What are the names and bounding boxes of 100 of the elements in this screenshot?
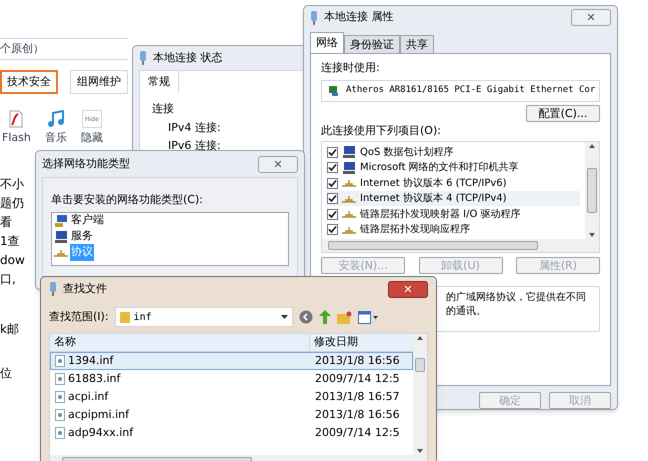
- network-adapter-icon: [49, 282, 57, 296]
- article-text: 位: [0, 364, 12, 382]
- network-protocol-icon: [342, 224, 356, 235]
- article-text: 不小: [0, 176, 24, 192]
- file-date: 2013/1/8 16:56: [314, 406, 401, 423]
- list-item[interactable]: Internet 协议版本 6 (TCP/IPv6): [327, 175, 580, 191]
- checkbox[interactable]: [327, 162, 338, 174]
- category-tab[interactable]: 技术安全: [0, 70, 58, 94]
- view-menu-icon[interactable]: [358, 310, 378, 324]
- dialog-tab[interactable]: 身份验证: [344, 35, 400, 54]
- file-date: 2009/7/14 12:5: [314, 424, 401, 441]
- section-heading: 连接: [152, 101, 175, 117]
- field-label: 此连接使用下列项目(O):: [321, 122, 442, 139]
- list-item[interactable]: Microsoft 网络的文件和打印机共享: [327, 160, 580, 176]
- scroll-down-arrow-icon[interactable]: [417, 449, 423, 453]
- file-name: 61883.inf: [68, 370, 120, 387]
- scroll-up-arrow-icon[interactable]: [589, 144, 595, 148]
- scrollbar-thumb[interactable]: [415, 358, 425, 372]
- status-label: IPv4 连接:: [167, 120, 222, 136]
- checkbox[interactable]: [327, 146, 338, 158]
- title-field: 个原创）: [0, 38, 128, 60]
- description-text: 的广域网络协议，它提供在不同: [446, 291, 587, 306]
- settings-file-icon: [55, 427, 65, 439]
- description-text: 的通讯。: [446, 305, 487, 320]
- toolbar-tool[interactable]: 音乐: [44, 110, 67, 146]
- folder-icon: [120, 311, 130, 323]
- folder-name: inf: [134, 310, 153, 324]
- checkbox[interactable]: [327, 193, 338, 204]
- network-adapter-icon: [328, 84, 340, 97]
- column-header[interactable]: 名称: [50, 334, 310, 351]
- settings-file-icon: [55, 355, 65, 367]
- list-item[interactable]: 客户端: [70, 212, 105, 229]
- window-title: 本地连接 状态: [153, 50, 222, 66]
- file-row[interactable]: 61883.inf 2009/7/14 12:5: [50, 370, 413, 388]
- close-button[interactable]: ✕: [258, 156, 298, 172]
- scrollbar-thumb[interactable]: [587, 168, 597, 214]
- list-item[interactable]: 服务: [70, 228, 94, 245]
- file-row[interactable]: 1394.inf 2013/1/8 16:56: [50, 352, 413, 370]
- checkbox[interactable]: [327, 178, 338, 189]
- file-row[interactable]: acpipmi.inf 2013/1/8 16:56: [50, 406, 413, 424]
- file-row[interactable]: acpi.inf 2013/1/8 16:57: [50, 388, 413, 406]
- file-date: 2009/7/14 12:5: [314, 370, 401, 387]
- column-header[interactable]: 修改日期: [310, 334, 413, 351]
- dialog-tab[interactable]: 共享: [400, 35, 434, 54]
- file-name: adp94xx.inf: [68, 424, 134, 441]
- scroll-up-arrow-icon[interactable]: [417, 336, 423, 340]
- field-label: 查找范围(I):: [49, 308, 109, 325]
- article-text: 看: [0, 214, 12, 230]
- checkbox[interactable]: [327, 224, 338, 236]
- flash-file-icon: [9, 110, 24, 128]
- list-item[interactable]: 链路层拓扑发现响应程序: [327, 222, 580, 238]
- toolbar-tool[interactable]: Flash: [2, 110, 31, 146]
- file-row[interactable]: adp94xx.inf 2009/7/14 12:5: [50, 424, 413, 442]
- network-protocol-icon: [342, 194, 356, 204]
- field-label: 连接时使用:: [321, 60, 381, 76]
- list-item[interactable]: Internet 协议版本 4 (TCP/IPv4): [327, 190, 580, 206]
- settings-file-icon: [55, 409, 65, 421]
- list-item[interactable]: 链路层拓扑发现映射器 I/O 驱动程序: [327, 206, 580, 222]
- network-protocol-icon: [342, 209, 356, 220]
- article-text: 口,: [0, 270, 16, 288]
- adapter-name: Atheros AR8161/8165 PCI-E Gigabit Ethernet Cor: [346, 84, 596, 98]
- settings-file-icon: [55, 373, 65, 385]
- file-name: 1394.inf: [68, 352, 114, 369]
- field-label: 单击要安装的网络功能类型(C):: [51, 192, 204, 208]
- protocol-icon: [54, 248, 68, 258]
- category-tab[interactable]: 组网维护: [70, 70, 128, 94]
- checkbox[interactable]: [327, 208, 338, 220]
- article-text: dow: [0, 252, 25, 268]
- file-name: acpipmi.inf: [68, 406, 129, 423]
- file-name: acpi.inf: [68, 388, 108, 405]
- file-date: 2013/1/8 16:57: [314, 388, 401, 405]
- folder-dropdown[interactable]: inf: [114, 307, 293, 327]
- settings-file-icon: [55, 391, 65, 403]
- vertical-scrollbar[interactable]: [413, 334, 427, 455]
- vertical-scrollbar[interactable]: [585, 142, 599, 240]
- close-button[interactable]: ✕: [388, 280, 428, 298]
- article-text: 题仍: [0, 194, 24, 212]
- window-title: 本地连接 属性: [324, 9, 394, 26]
- article-text: 1查: [0, 232, 20, 250]
- dialog-button[interactable]: 配置(C)...: [526, 104, 600, 122]
- service-computer-icon: [342, 145, 356, 160]
- dropdown-caret-icon: [280, 315, 288, 319]
- file-date: 2013/1/8 16:56: [314, 352, 401, 369]
- window-title: 选择网络功能类型: [42, 156, 131, 172]
- window-title: 查找文件: [63, 280, 108, 297]
- list-item[interactable]: QoS 数据包计划程序: [327, 144, 580, 160]
- dialog-tab[interactable]: 网络: [310, 32, 344, 54]
- close-button[interactable]: ✕: [571, 9, 611, 26]
- new-folder-icon[interactable]: [336, 310, 352, 324]
- network-adapter-icon: [310, 10, 318, 25]
- service-computer-icon: [54, 230, 68, 244]
- scroll-down-arrow-icon[interactable]: [589, 233, 595, 238]
- network-protocol-icon: [342, 178, 356, 188]
- horizontal-scrollbar[interactable]: [322, 239, 599, 252]
- music-note-icon: [48, 110, 64, 128]
- service-computer-icon: [342, 160, 356, 175]
- status-label: IPv6 连接:: [167, 138, 222, 154]
- client-computer-icon: [54, 214, 68, 228]
- network-adapter-icon: [139, 51, 147, 65]
- article-text: k邮: [0, 320, 19, 338]
